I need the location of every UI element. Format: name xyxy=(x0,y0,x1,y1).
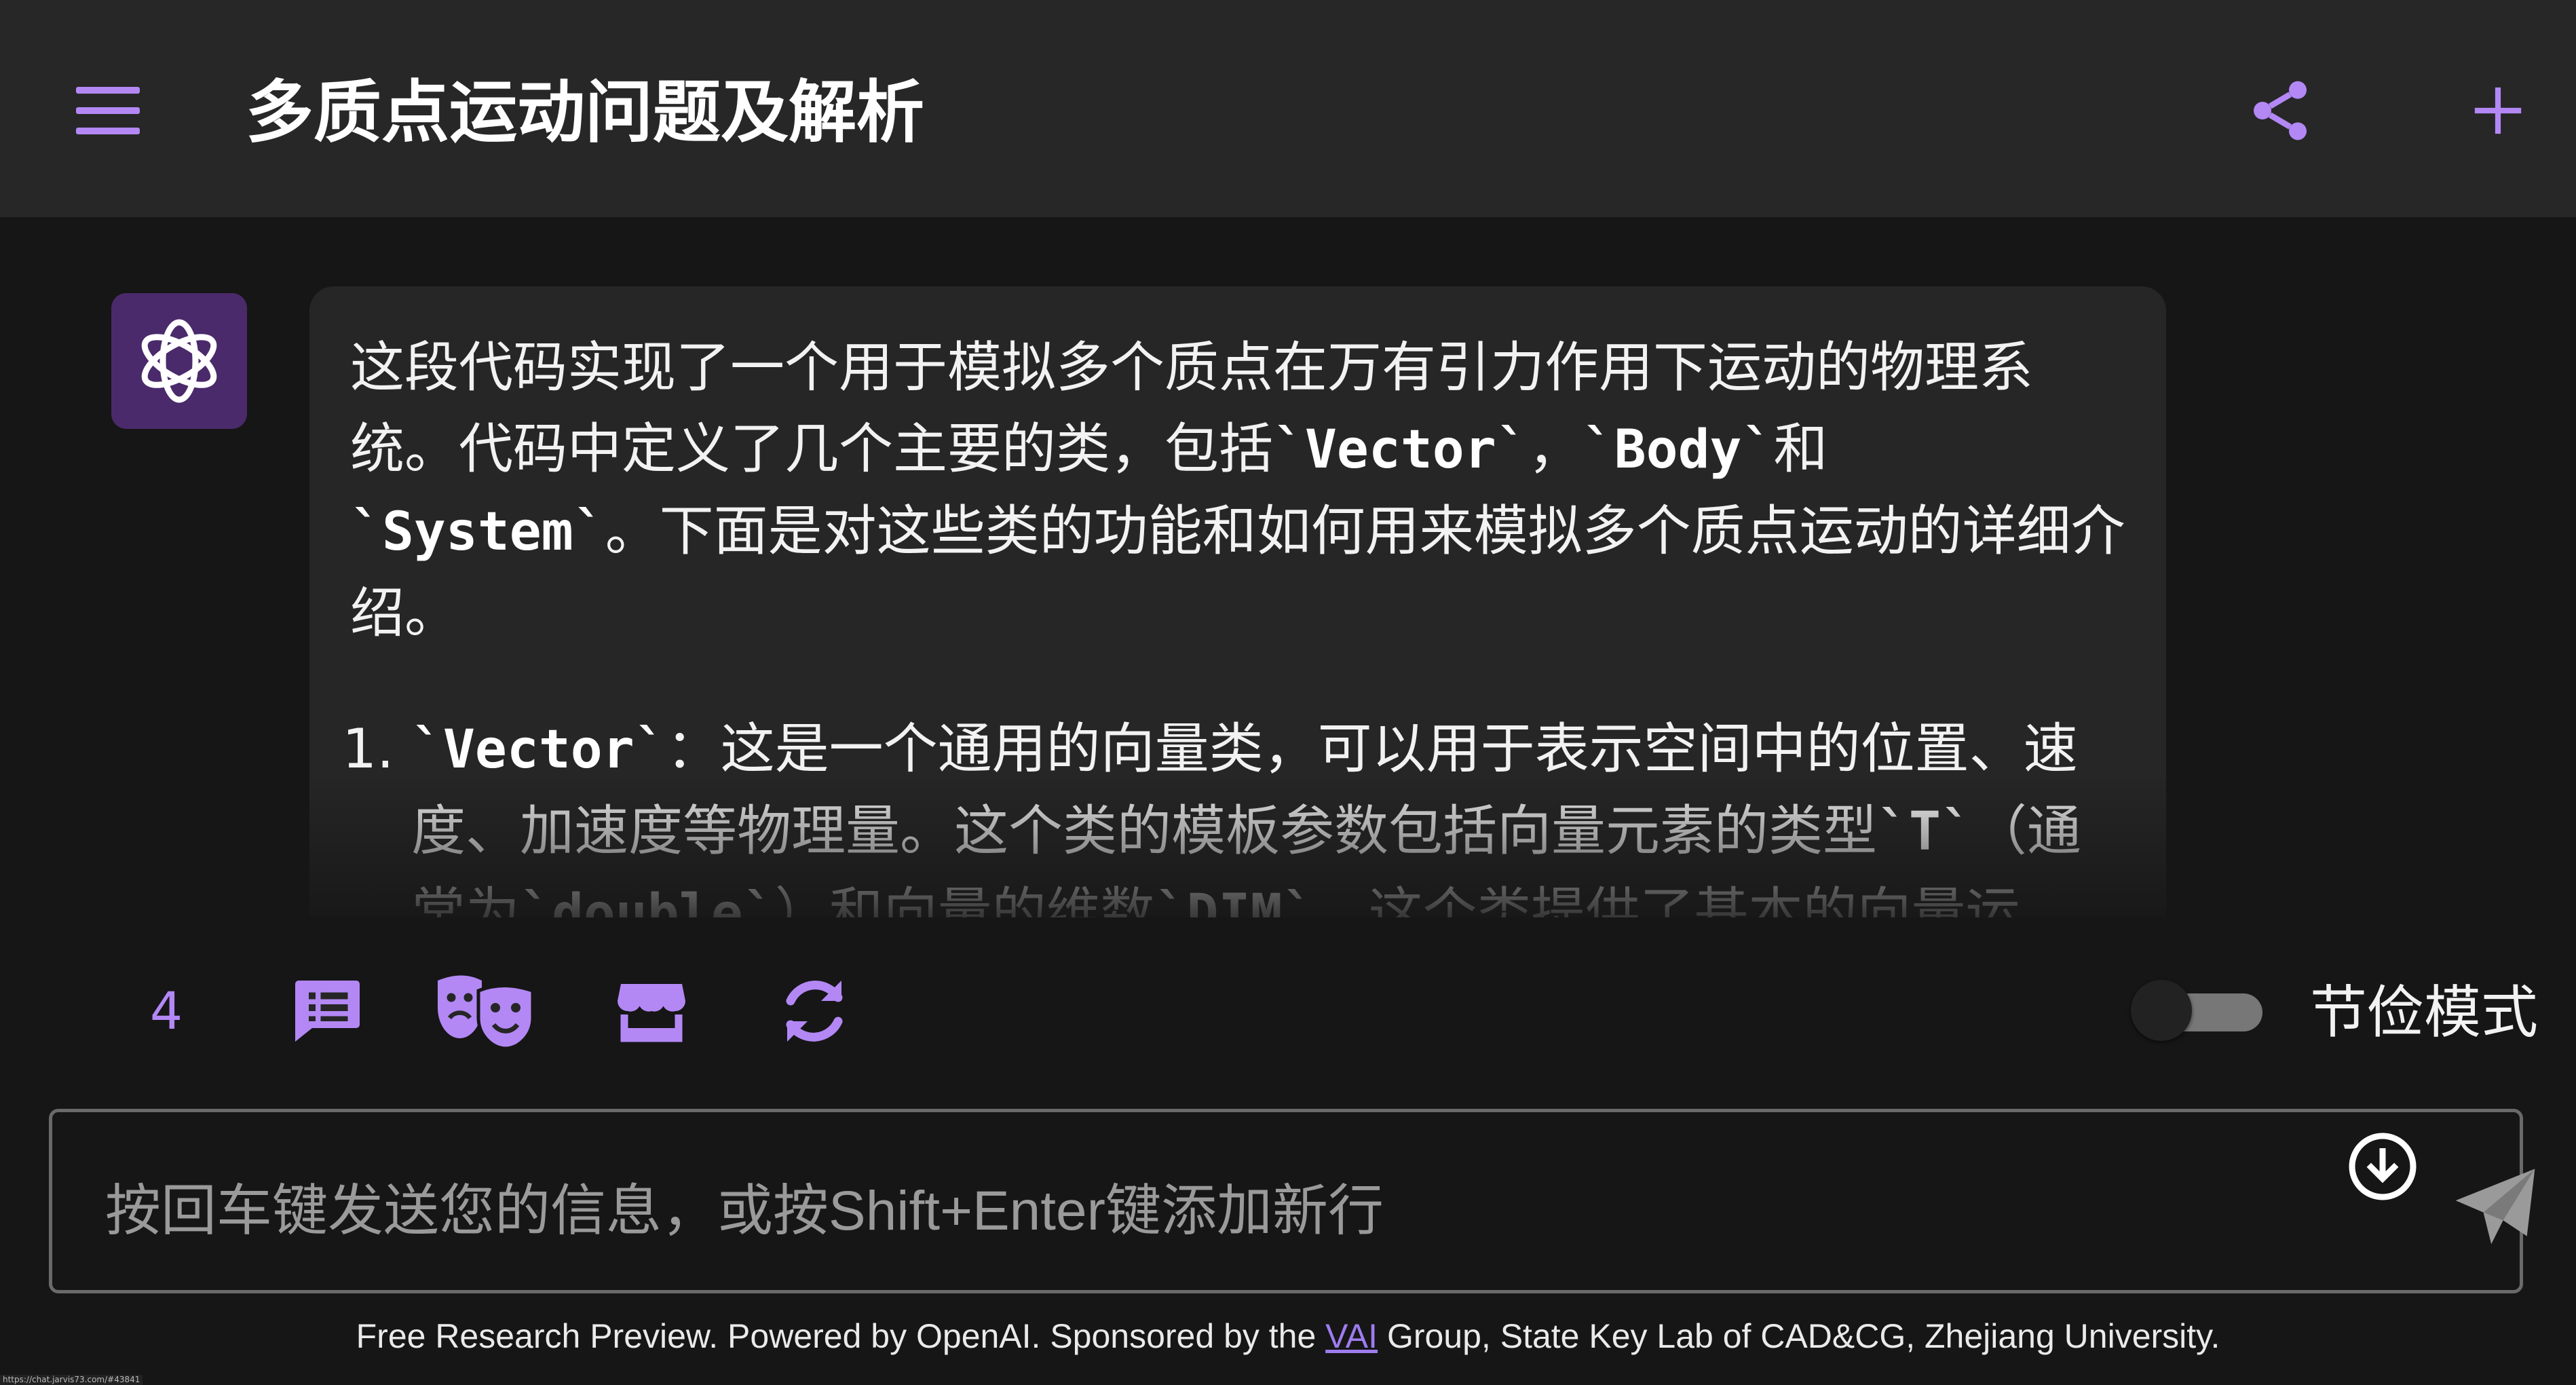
assistant-message: 这段代码实现了一个用于模拟多个质点在万有引力作用下运动的物理系统。代码中定义了几… xyxy=(309,286,2166,917)
message-bubble: 这段代码实现了一个用于模拟多个质点在万有引力作用下运动的物理系统。代码中定义了几… xyxy=(309,286,2166,917)
prompt-list-icon[interactable] xyxy=(285,970,366,1052)
message-text: ）和向量的维数 xyxy=(774,881,1155,917)
inline-code: `double` xyxy=(520,884,775,917)
menu-icon-line xyxy=(76,107,140,114)
page-title: 多质点运动问题及解析 xyxy=(246,72,924,152)
list-item: `Vector`：这是一个通用的向量类，可以用于表示空间中的位置、速度、加速度等… xyxy=(411,708,2125,917)
message-count[interactable]: 4 xyxy=(149,977,183,1045)
footer-text: Free Research Preview. Powered by OpenAI… xyxy=(356,1317,1326,1355)
refresh-icon[interactable] xyxy=(774,970,855,1052)
message-text: 。下面是对这些类的功能和如何用来模拟多个质点运动的详细介绍。 xyxy=(350,499,2125,645)
vai-link[interactable]: VAI xyxy=(1325,1317,1378,1355)
share-icon[interactable] xyxy=(2245,73,2315,148)
menu-icon-line xyxy=(76,87,140,94)
inline-code: `T` xyxy=(1877,801,1973,862)
message-list: `Vector`：这是一个通用的向量类，可以用于表示空间中的位置、速度、加速度等… xyxy=(350,708,2125,917)
menu-button[interactable] xyxy=(76,87,140,134)
status-url: https://chat.jarvis73.com/#43841 xyxy=(0,1375,143,1385)
send-icon[interactable] xyxy=(2448,1157,2543,1252)
inline-code: `Vector` xyxy=(1273,419,1528,480)
inline-code: `DIM` xyxy=(1154,884,1314,917)
footer-text: Group, State Key Lab of CAD&CG, Zhejiang… xyxy=(1378,1317,2220,1355)
message-input[interactable] xyxy=(104,1169,2244,1253)
frugal-mode-toggle[interactable] xyxy=(2131,980,2262,1041)
plus-icon[interactable] xyxy=(2470,83,2526,138)
message-text: ， xyxy=(1528,417,1583,480)
toggle-knob xyxy=(2131,980,2192,1041)
frugal-mode-label: 节俭模式 xyxy=(2310,979,2539,1046)
inline-code: `Vector` xyxy=(411,719,666,780)
download-icon[interactable] xyxy=(2346,1130,2419,1203)
assistant-avatar xyxy=(111,293,247,429)
footer-note: Free Research Preview. Powered by OpenAI… xyxy=(0,1312,2576,1360)
theater-masks-icon[interactable] xyxy=(434,970,543,1052)
message-text: 和 xyxy=(1773,417,1828,480)
inline-code: `Body` xyxy=(1582,419,1774,480)
message-paragraph: 这段代码实现了一个用于模拟多个质点在万有引力作用下运动的物理系统。代码中定义了几… xyxy=(350,327,2125,654)
store-icon[interactable] xyxy=(611,970,692,1052)
menu-icon-line xyxy=(76,128,140,134)
top-bar: 多质点运动问题及解析 xyxy=(0,0,2576,217)
inline-code: `System` xyxy=(350,501,605,563)
message-input-box xyxy=(49,1109,2535,1293)
openai-logo-icon xyxy=(141,319,217,403)
